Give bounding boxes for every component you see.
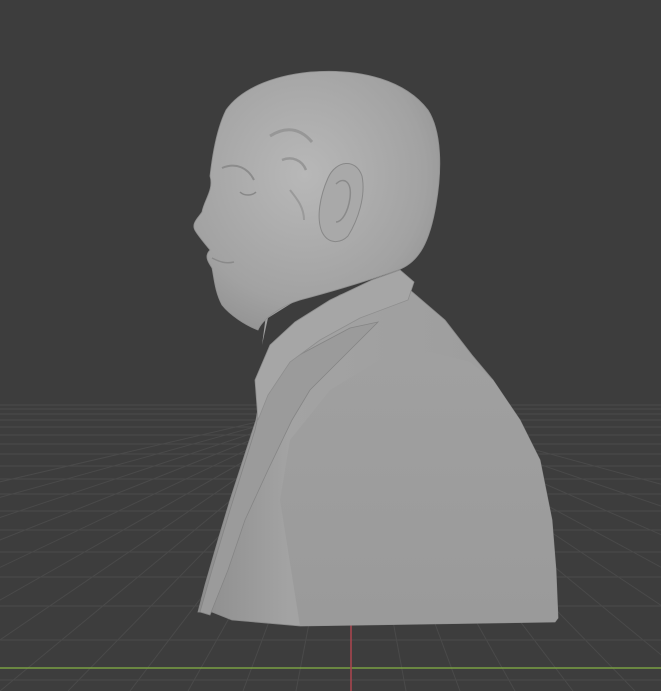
3d-viewport[interactable] [0, 0, 661, 691]
bust-mesh[interactable] [193, 70, 559, 627]
viewport-canvas[interactable] [0, 0, 661, 691]
